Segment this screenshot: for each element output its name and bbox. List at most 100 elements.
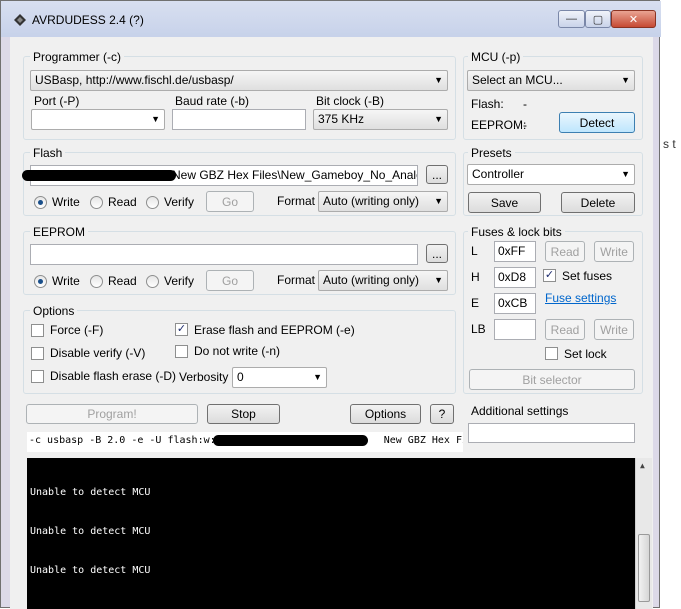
chevron-down-icon: ▼ bbox=[621, 75, 630, 85]
force-checkbox[interactable] bbox=[31, 324, 44, 337]
flash-file-path: New GBZ Hex Files\New_Gameboy_No_Analog_… bbox=[172, 168, 417, 182]
fuse-e-input[interactable]: 0xCB bbox=[494, 293, 536, 314]
port-select[interactable]: ▼ bbox=[31, 109, 165, 130]
eeprom-read-label: Read bbox=[108, 274, 137, 288]
command-line-suffix: New GBZ Hex Fi bbox=[383, 435, 463, 446]
fuse-h-input[interactable]: 0xD8 bbox=[494, 267, 536, 288]
fuse-read-button[interactable]: Read bbox=[545, 241, 585, 262]
lock-bits-label: LB bbox=[471, 322, 486, 336]
chevron-down-icon: ▼ bbox=[151, 114, 160, 124]
chevron-down-icon: ▼ bbox=[313, 372, 322, 382]
scroll-up-icon[interactable]: ▲ bbox=[640, 461, 645, 470]
stop-button[interactable]: Stop bbox=[207, 404, 280, 424]
presets-select[interactable]: Controller ▼ bbox=[467, 164, 635, 185]
presets-group-label: Presets bbox=[468, 146, 515, 160]
erase-checkbox[interactable]: ✓ bbox=[175, 323, 188, 336]
set-fuses-label: Set fuses bbox=[562, 269, 613, 283]
additional-settings-label: Additional settings bbox=[471, 404, 569, 418]
flash-browse-button[interactable]: ... bbox=[426, 165, 448, 184]
eeprom-read-radio[interactable] bbox=[90, 275, 103, 288]
eeprom-go-button[interactable]: Go bbox=[206, 270, 254, 291]
eeprom-group-label: EEPROM bbox=[30, 225, 89, 239]
minimize-button[interactable]: — bbox=[558, 10, 585, 28]
maximize-button[interactable]: ▢ bbox=[585, 10, 611, 28]
eeprom-format-label: Format bbox=[277, 273, 316, 287]
console-output[interactable]: Unable to detect MCU Unable to detect MC… bbox=[27, 458, 652, 609]
console-line: Unable to detect MCU bbox=[30, 526, 151, 537]
fuse-l-input[interactable]: 0xFF bbox=[494, 241, 536, 262]
set-lock-label: Set lock bbox=[564, 347, 607, 361]
disable-flash-erase-checkbox[interactable] bbox=[31, 370, 44, 383]
bit-selector-button[interactable]: Bit selector bbox=[469, 369, 635, 390]
chevron-down-icon: ▼ bbox=[434, 275, 443, 285]
programmer-select-value: USBasp, http://www.fischl.de/usbasp/ bbox=[35, 73, 234, 87]
flash-write-label: Write bbox=[52, 195, 80, 209]
preset-save-button[interactable]: Save bbox=[468, 192, 541, 213]
port-label: Port (-P) bbox=[34, 94, 80, 108]
chevron-down-icon: ▼ bbox=[621, 169, 630, 179]
mcu-flash-value: - bbox=[523, 97, 527, 111]
help-button[interactable]: ? bbox=[430, 404, 454, 424]
flash-verify-radio[interactable] bbox=[146, 196, 159, 209]
program-button[interactable]: Program! bbox=[26, 404, 198, 424]
avrdudess-window: AVRDUDESS 2.4 (?) — ▢ ✕ Programmer (-c) … bbox=[0, 0, 661, 609]
fuse-e-label: E bbox=[471, 296, 480, 310]
baud-rate-label: Baud rate (-b) bbox=[175, 94, 250, 108]
lock-bits-input[interactable] bbox=[494, 319, 536, 340]
disable-verify-checkbox[interactable] bbox=[31, 347, 44, 360]
console-scrollbar[interactable]: ▲ bbox=[635, 458, 652, 609]
set-fuses-checkbox[interactable]: ✓ bbox=[543, 269, 556, 282]
mcu-group-label: MCU (-p) bbox=[468, 50, 524, 64]
verbosity-select[interactable]: 0 ▼ bbox=[232, 367, 327, 388]
set-lock-checkbox[interactable] bbox=[545, 347, 558, 360]
console-line: Unable to detect MCU bbox=[30, 487, 151, 498]
eeprom-verify-radio[interactable] bbox=[146, 275, 159, 288]
eeprom-write-label: Write bbox=[52, 274, 80, 288]
eeprom-write-radio[interactable] bbox=[34, 275, 47, 288]
close-button[interactable]: ✕ bbox=[611, 10, 656, 28]
force-label: Force (-F) bbox=[50, 323, 104, 337]
eeprom-format-select[interactable]: Auto (writing only) ▼ bbox=[318, 270, 448, 291]
eeprom-file-input[interactable] bbox=[30, 244, 418, 265]
programmer-select[interactable]: USBasp, http://www.fischl.de/usbasp/ ▼ bbox=[30, 70, 448, 91]
additional-settings-input[interactable] bbox=[468, 423, 635, 443]
command-line-prefix: -c usbasp -B 2.0 -e -U flash:w:" bbox=[29, 435, 222, 446]
bit-clock-label: Bit clock (-B) bbox=[316, 94, 385, 108]
eeprom-verify-label: Verify bbox=[164, 274, 195, 288]
flash-format-select[interactable]: Auto (writing only) ▼ bbox=[318, 191, 448, 212]
fuses-group-label: Fuses & lock bits bbox=[468, 225, 565, 239]
presets-select-value: Controller bbox=[472, 167, 525, 181]
preset-delete-button[interactable]: Delete bbox=[561, 192, 635, 213]
flash-read-label: Read bbox=[108, 195, 137, 209]
flash-write-radio[interactable] bbox=[34, 196, 47, 209]
verbosity-label: Verbosity bbox=[179, 370, 229, 384]
verbosity-value: 0 bbox=[237, 370, 244, 384]
lock-write-button[interactable]: Write bbox=[594, 319, 634, 340]
flash-format-value: Auto (writing only) bbox=[323, 194, 420, 208]
eeprom-browse-button[interactable]: ... bbox=[426, 244, 448, 263]
disable-verify-label: Disable verify (-V) bbox=[50, 346, 146, 360]
detect-button[interactable]: Detect bbox=[559, 112, 635, 133]
flash-go-button[interactable]: Go bbox=[206, 191, 254, 212]
scroll-thumb[interactable] bbox=[638, 534, 650, 602]
mcu-eeprom-label: EEPROM: bbox=[471, 118, 527, 132]
flash-read-radio[interactable] bbox=[90, 196, 103, 209]
chevron-down-icon: ▼ bbox=[434, 75, 443, 85]
baud-rate-input[interactable] bbox=[172, 109, 306, 130]
fuse-l-label: L bbox=[471, 244, 478, 258]
redaction-bar bbox=[22, 170, 176, 181]
options-group-label: Options bbox=[30, 304, 78, 318]
console-line: Unable to detect MCU bbox=[30, 565, 151, 576]
options-button[interactable]: Options bbox=[350, 404, 421, 424]
bit-clock-select[interactable]: 375 KHz ▼ bbox=[313, 109, 448, 130]
bit-clock-select-value: 375 KHz bbox=[318, 112, 365, 126]
do-not-write-checkbox[interactable] bbox=[175, 345, 188, 358]
background-text-fragment: s t bbox=[663, 137, 676, 151]
app-icon bbox=[14, 14, 26, 26]
mcu-flash-label: Flash: bbox=[471, 97, 504, 111]
mcu-select[interactable]: Select an MCU... ▼ bbox=[467, 70, 635, 91]
fuse-settings-link[interactable]: Fuse settings bbox=[545, 291, 616, 305]
title-bar[interactable]: AVRDUDESS 2.4 (?) — ▢ ✕ bbox=[1, 1, 661, 37]
lock-read-button[interactable]: Read bbox=[545, 319, 585, 340]
fuse-write-button[interactable]: Write bbox=[594, 241, 634, 262]
